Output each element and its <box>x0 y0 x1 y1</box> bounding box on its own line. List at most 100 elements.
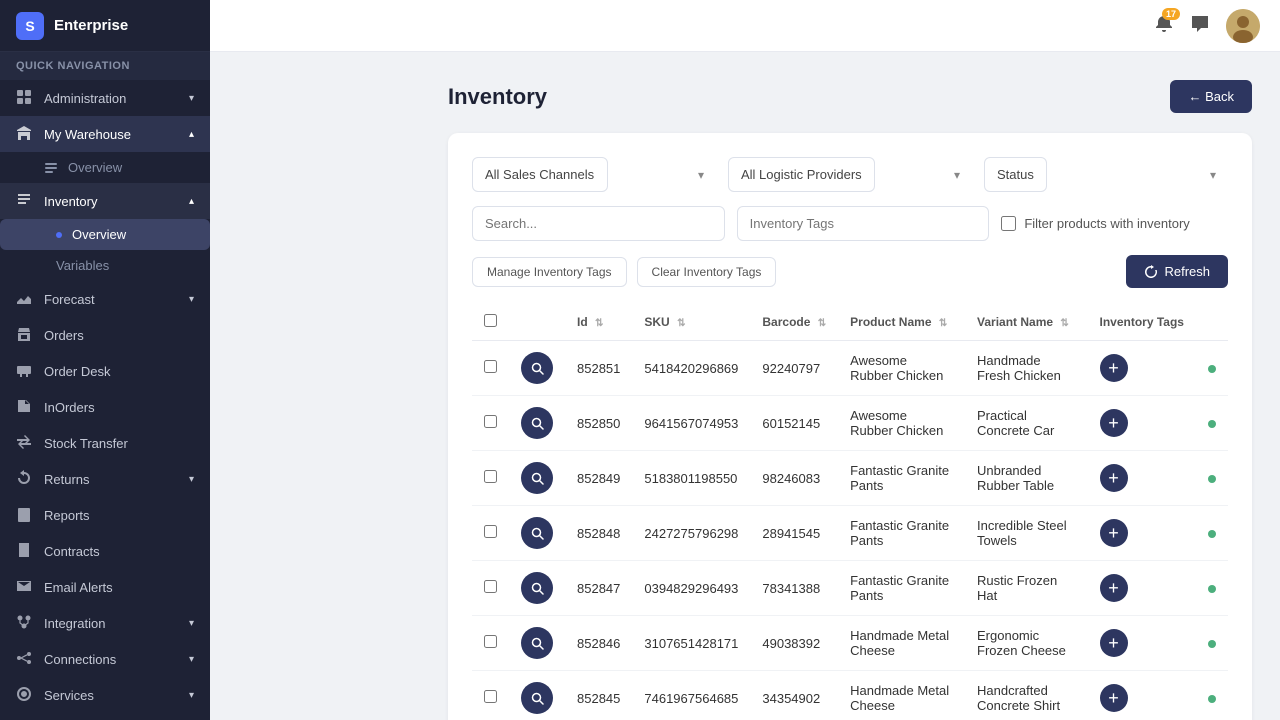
sidebar-item-label: Orders <box>44 328 84 343</box>
bell-icon-wrapper[interactable]: 17 <box>1154 14 1174 37</box>
sidebar-item-label: Inventory <box>44 194 97 209</box>
td-product-name: Awesome Rubber Chicken <box>838 341 965 396</box>
td-inventory-tags: + <box>1088 341 1196 396</box>
sidebar-item-returns[interactable]: Returns ▾ <box>0 461 210 497</box>
sidebar-item-reports[interactable]: Reports <box>0 497 210 533</box>
transfer-icon <box>16 434 34 452</box>
warehouse-icon <box>16 125 34 143</box>
topbar: 17 <box>210 0 1280 52</box>
main-content: Inventory ← Back All Sales Channels All … <box>420 52 1280 720</box>
row-checkbox[interactable] <box>484 635 497 648</box>
add-tag-button[interactable]: + <box>1100 574 1128 602</box>
reports-icon <box>16 506 34 524</box>
sidebar-item-administration[interactable]: Administration ▾ <box>0 80 210 116</box>
row-checkbox[interactable] <box>484 525 497 538</box>
row-checkbox[interactable] <box>484 580 497 593</box>
td-status-dot <box>1196 506 1228 561</box>
row-checkbox[interactable] <box>484 360 497 373</box>
sidebar-item-label: Services <box>44 688 94 703</box>
table-row: 852848 2427275796298 28941545 Fantastic … <box>472 506 1228 561</box>
sales-channel-wrap: All Sales Channels <box>472 157 716 192</box>
sidebar-item-stock-transfer[interactable]: Stock Transfer <box>0 425 210 461</box>
select-all-checkbox[interactable] <box>484 314 497 327</box>
filter-checkbox-wrap: Filter products with inventory <box>1001 216 1228 231</box>
sidebar-item-my-warehouse[interactable]: My Warehouse ▴ <box>0 116 210 152</box>
clear-tags-button[interactable]: Clear Inventory Tags <box>637 257 777 287</box>
td-search-btn <box>509 616 565 671</box>
sidebar-item-label: Forecast <box>44 292 95 307</box>
sidebar-item-orders[interactable]: Orders <box>0 317 210 353</box>
sidebar-item-services[interactable]: Services ▾ <box>0 677 210 713</box>
row-checkbox[interactable] <box>484 470 497 483</box>
sidebar-item-integration[interactable]: Integration ▾ <box>0 605 210 641</box>
td-barcode: 34354902 <box>750 671 838 720</box>
row-search-button[interactable] <box>521 572 553 604</box>
row-search-button[interactable] <box>521 352 553 384</box>
row-search-button[interactable] <box>521 627 553 659</box>
sidebar-item-connections[interactable]: Connections ▾ <box>0 641 210 677</box>
row-search-button[interactable] <box>521 517 553 549</box>
filter-inventory-checkbox[interactable] <box>1001 216 1016 231</box>
td-status-dot <box>1196 396 1228 451</box>
search-input[interactable] <box>472 206 725 241</box>
td-status-dot <box>1196 341 1228 396</box>
sidebar-item-contracts[interactable]: Contracts <box>0 533 210 569</box>
td-barcode: 92240797 <box>750 341 838 396</box>
add-tag-button[interactable]: + <box>1100 629 1128 657</box>
td-inventory-tags: + <box>1088 561 1196 616</box>
tags-input[interactable] <box>737 206 990 241</box>
td-variant-name: Practical Concrete Car <box>965 396 1088 451</box>
td-inventory-tags: + <box>1088 506 1196 561</box>
row-checkbox[interactable] <box>484 690 497 703</box>
add-tag-button[interactable]: + <box>1100 464 1128 492</box>
add-tag-button[interactable]: + <box>1100 409 1128 437</box>
sidebar-subitem-variables[interactable]: Variables <box>0 250 210 281</box>
td-inventory-tags: + <box>1088 451 1196 506</box>
refresh-button[interactable]: Refresh <box>1126 255 1228 288</box>
td-checkbox <box>472 451 509 506</box>
sidebar-subitem-overview[interactable]: Overview <box>0 152 210 183</box>
chevron-up-icon: ▴ <box>189 129 194 140</box>
sidebar-item-email-alerts[interactable]: Email Alerts <box>0 569 210 605</box>
status-select[interactable]: Status <box>984 157 1047 192</box>
th-variant-name: Variant Name ⇅ <box>965 304 1088 341</box>
td-status-dot <box>1196 616 1228 671</box>
sidebar-item-label: InOrders <box>44 400 95 415</box>
table-row: 852846 3107651428171 49038392 Handmade M… <box>472 616 1228 671</box>
user-avatar[interactable] <box>1226 9 1260 43</box>
sort-icon-barcode[interactable]: ⇅ <box>818 318 826 329</box>
row-checkbox[interactable] <box>484 415 497 428</box>
td-barcode: 49038392 <box>750 616 838 671</box>
manage-tags-button[interactable]: Manage Inventory Tags <box>472 257 627 287</box>
sort-icon-variant[interactable]: ⇅ <box>1060 318 1068 329</box>
chat-icon <box>1190 14 1210 34</box>
add-tag-button[interactable]: + <box>1100 684 1128 712</box>
td-barcode: 78341388 <box>750 561 838 616</box>
td-product-name: Fantastic Granite Pants <box>838 561 965 616</box>
action-buttons: Manage Inventory Tags Clear Inventory Ta… <box>472 257 776 287</box>
sidebar-subitem-inv-overview[interactable]: Overview <box>0 219 210 250</box>
filter-row-1: All Sales Channels All Logistic Provider… <box>472 157 1228 192</box>
row-search-button[interactable] <box>521 407 553 439</box>
sidebar-item-label: Reports <box>44 508 90 523</box>
logistic-provider-select[interactable]: All Logistic Providers <box>728 157 875 192</box>
add-tag-button[interactable]: + <box>1100 519 1128 547</box>
sidebar-item-inorders[interactable]: InOrders <box>0 389 210 425</box>
add-tag-button[interactable]: + <box>1100 354 1128 382</box>
sidebar-item-forecast[interactable]: Forecast ▾ <box>0 281 210 317</box>
row-search-button[interactable] <box>521 682 553 714</box>
sidebar-item-order-desk[interactable]: Order Desk <box>0 353 210 389</box>
app-logo: S <box>16 12 44 40</box>
chat-icon-wrapper[interactable] <box>1190 14 1210 37</box>
td-barcode: 28941545 <box>750 506 838 561</box>
td-barcode: 60152145 <box>750 396 838 451</box>
sort-icon-id[interactable]: ⇅ <box>595 318 603 329</box>
back-button[interactable]: ← Back <box>1170 80 1252 113</box>
sales-channel-select[interactable]: All Sales Channels <box>472 157 608 192</box>
table-row: 852849 5183801198550 98246083 Fantastic … <box>472 451 1228 506</box>
sort-icon-sku[interactable]: ⇅ <box>677 318 685 329</box>
sort-icon-product[interactable]: ⇅ <box>939 318 947 329</box>
sidebar-item-inventory[interactable]: Inventory ▴ <box>0 183 210 219</box>
row-search-button[interactable] <box>521 462 553 494</box>
td-variant-name: Incredible Steel Towels <box>965 506 1088 561</box>
